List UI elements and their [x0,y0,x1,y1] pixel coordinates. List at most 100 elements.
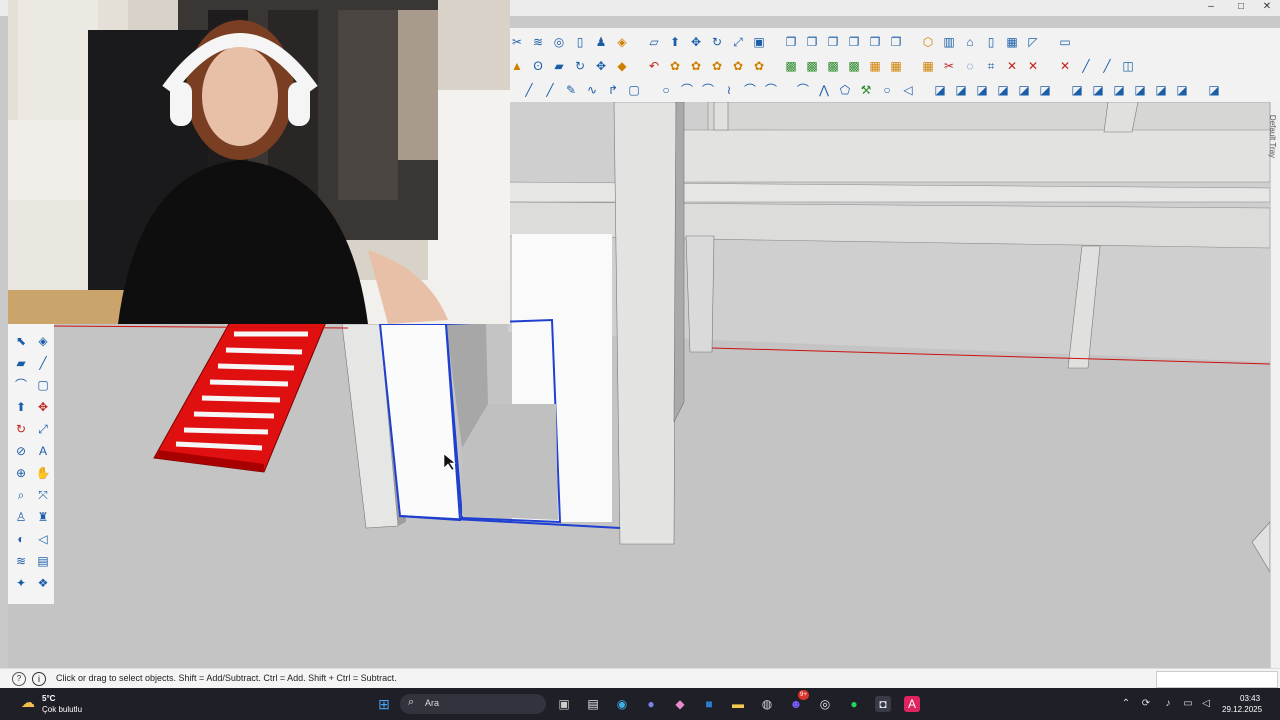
line-icon[interactable]: ╱ [1098,57,1116,75]
lasso-icon[interactable]: ʘ [529,57,547,75]
pan-icon[interactable]: ✋ [34,464,52,482]
line-icon[interactable]: ╱ [520,81,538,99]
line-icon[interactable]: ╱ [541,81,559,99]
spotify-icon[interactable]: ● [846,696,862,712]
view-icon[interactable]: ◪ [973,81,991,99]
rectangle-icon[interactable]: ▢ [625,81,643,99]
arc-icon[interactable]: ⌒ [699,81,717,99]
rotate-icon[interactable]: ↻ [708,33,726,51]
copy-icon[interactable]: ❐ [866,33,884,51]
view-icon[interactable]: ◪ [1152,81,1170,99]
line-icon[interactable]: ╱ [1077,57,1095,75]
copilot-icon[interactable]: ◆ [672,696,688,712]
window-icon[interactable]: ▦ [1003,33,1021,51]
close-button[interactable]: ✕ [1252,0,1280,16]
default-tray[interactable]: Default Tray [1268,102,1280,668]
offset-icon[interactable]: ▣ [750,33,768,51]
polyline-icon[interactable]: ⋀ [815,81,833,99]
circle-icon[interactable]: ○ [657,81,675,99]
crop-icon[interactable]: ⌗ [982,57,1000,75]
square-icon[interactable]: ◫ [1119,57,1137,75]
file-explorer-icon[interactable]: ▬ [730,696,746,712]
arrow-icon[interactable]: ◁ [899,81,917,99]
position-camera-icon[interactable]: ♜ [34,508,52,526]
sketchup-taskbar-icon[interactable]: ◘ [875,696,891,712]
arc-icon[interactable]: ⌒ [741,81,759,99]
copy-icon[interactable]: ❐ [782,33,800,51]
move-icon[interactable]: ✥ [34,398,52,416]
rotate-icon[interactable]: ↻ [12,420,30,438]
polygon-icon[interactable]: ⬠ [836,81,854,99]
search-box[interactable]: ⌕ Ara [400,694,546,714]
push-pull-icon[interactable]: ⬆ [666,33,684,51]
arc-icon[interactable]: ⌒ [762,81,780,99]
door-icon[interactable]: ▯ [982,33,1000,51]
crossing-icon[interactable]: ✕ [1024,57,1042,75]
grid-icon[interactable]: ▦ [919,57,937,75]
help-icon[interactable]: ? [12,672,26,686]
plugin-icon[interactable]: ✿ [708,57,726,75]
new-file-icon[interactable]: ▯ [571,33,589,51]
roof-icon[interactable]: ◸ [1024,33,1042,51]
styles-icon[interactable]: ✦ [12,574,30,592]
ruler-icon[interactable]: ▱ [645,33,663,51]
pencil-icon[interactable]: ✎ [562,81,580,99]
eraser-icon[interactable]: ▰ [550,57,568,75]
text-icon[interactable]: A [34,442,52,460]
plugin-icon[interactable]: ✿ [687,57,705,75]
section-plane-icon[interactable]: ◁ [34,530,52,548]
paint-bucket-icon[interactable]: ◈ [34,332,52,350]
view-icon[interactable]: ◪ [1131,81,1149,99]
scale-icon[interactable]: ⤢ [729,33,747,51]
minimize-button[interactable]: – [1196,0,1226,16]
zoom-extents-icon[interactable]: ⤧ [34,486,52,504]
copy-icon[interactable]: ❐ [824,33,842,51]
paint-icon[interactable]: ◈ [613,33,631,51]
wall-icon[interactable]: ▥ [940,33,958,51]
view-icon[interactable]: ◪ [1205,81,1223,99]
tape-measure-icon[interactable]: ⊘ [12,442,30,460]
wrench-icon[interactable]: ⚒ [857,81,875,99]
component-icon[interactable]: ▩ [782,57,800,75]
rotate-icon[interactable]: ↻ [571,57,589,75]
arc-icon[interactable]: ⌒ [678,81,696,99]
view-icon[interactable]: ◪ [994,81,1012,99]
view-icon[interactable]: ◪ [1015,81,1033,99]
start-icon[interactable]: ⊞ [376,696,392,712]
tray-chevron-icon[interactable]: ⌃ [1118,696,1134,712]
plugin-icon[interactable]: ✿ [666,57,684,75]
view-icon[interactable]: ◪ [931,81,949,99]
task-view-icon[interactable]: ▣ [556,696,572,712]
circle-dash-icon[interactable]: ◌ [961,57,979,75]
arc-icon[interactable]: ⌒ [12,376,30,394]
sync-icon[interactable]: ⟳ [1138,696,1154,712]
clock-time[interactable]: 03:43 [1240,694,1260,703]
info-icon[interactable]: i [32,672,46,686]
components-icon[interactable]: ❖ [34,574,52,592]
wave-icon[interactable]: ∿ [583,81,601,99]
clock-date[interactable]: 29.12.2025 [1222,705,1262,714]
view-icon[interactable]: ◪ [1110,81,1128,99]
select-icon[interactable]: ⬉ [12,332,30,350]
copy-icon[interactable]: ❐ [887,33,905,51]
zoom-icon[interactable]: ⌕ [12,486,30,504]
copy-icon[interactable]: ❐ [803,33,821,51]
weather-icon[interactable]: ☁ [20,694,36,710]
view-icon[interactable]: ◪ [1089,81,1107,99]
copy-icon[interactable]: ❐ [845,33,863,51]
view-icon[interactable]: ◪ [952,81,970,99]
orbit-icon[interactable]: ⊕ [12,464,30,482]
warning-icon[interactable]: ▲ [508,57,526,75]
crossing-icon[interactable]: ✕ [1056,57,1074,75]
arc-icon[interactable]: ⌒ [794,81,812,99]
steam-icon[interactable]: ◍ [759,696,775,712]
crossing-icon[interactable]: ✕ [1003,57,1021,75]
network-icon[interactable]: ▭ [1180,696,1196,712]
github-icon[interactable]: ◎ [817,696,833,712]
walk-icon[interactable]: ♙ [12,508,30,526]
zigzag-icon[interactable]: ≀ [720,81,738,99]
layers-icon[interactable]: ≋ [12,552,30,570]
rectangle-icon[interactable]: ▢ [34,376,52,394]
grid-icon[interactable]: ▦ [887,57,905,75]
grid-icon[interactable]: ▦ [866,57,884,75]
